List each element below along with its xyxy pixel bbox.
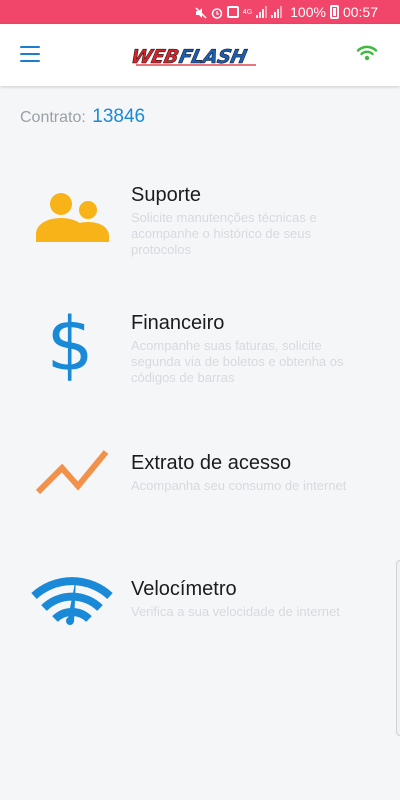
menu-item-financeiro[interactable]: $ Financeiro Acompanhe suas faturas, sol…	[0, 302, 400, 400]
screenshot-icon	[226, 6, 239, 18]
extrato-description: Acompanha seu consumo de internet	[131, 478, 347, 493]
svg-text:$: $	[46, 308, 93, 388]
status-bar: 4G 100% 00:57	[0, 0, 400, 24]
wifi-icon[interactable]	[356, 44, 378, 62]
suporte-description: Solicite manutenções técnicas e acompanh…	[131, 210, 317, 257]
extrato-title: Extrato de acesso	[131, 452, 292, 474]
velocimetro-title: Velocímetro	[131, 578, 237, 600]
suporte-title: Suporte	[131, 184, 202, 206]
dollar-icon: $	[30, 302, 120, 388]
battery-level: 100%	[290, 4, 326, 20]
edge-panel-handle[interactable]	[396, 560, 400, 736]
signal-icon	[256, 6, 268, 18]
menu-item-velocimetro[interactable]: Velocímetro Verifica a sua velocidade de…	[0, 570, 400, 650]
mute-icon	[195, 6, 207, 19]
network-type: 4G	[242, 8, 253, 16]
menu-item-suporte[interactable]: Suporte Solicite manutenções técnicas e …	[0, 176, 400, 272]
contract-info: Contrato: 13846	[20, 106, 145, 128]
status-icons: 4G	[195, 6, 283, 19]
trend-line-icon	[30, 446, 120, 526]
hamburger-menu-icon[interactable]	[20, 46, 40, 62]
battery-icon	[329, 5, 339, 19]
webflash-logo: WEB FLASH	[129, 44, 266, 68]
financeiro-title: Financeiro	[131, 312, 225, 334]
app-bar: WEB FLASH	[0, 24, 400, 86]
alarm-icon	[211, 6, 223, 19]
signal-icon-2	[271, 6, 283, 18]
velocimetro-description: Verifica a sua velocidade de internet	[131, 604, 340, 619]
speedometer-icon	[30, 568, 120, 648]
financeiro-description: Acompanhe suas faturas, solicite segunda…	[131, 338, 344, 385]
contract-number: 13846	[92, 106, 146, 127]
contract-label: Contrato:	[20, 109, 86, 126]
menu-item-extrato-de-acesso[interactable]: Extrato de acesso Acompanha seu consumo …	[0, 444, 400, 524]
clock: 00:57	[342, 4, 378, 20]
users-icon	[30, 184, 120, 264]
